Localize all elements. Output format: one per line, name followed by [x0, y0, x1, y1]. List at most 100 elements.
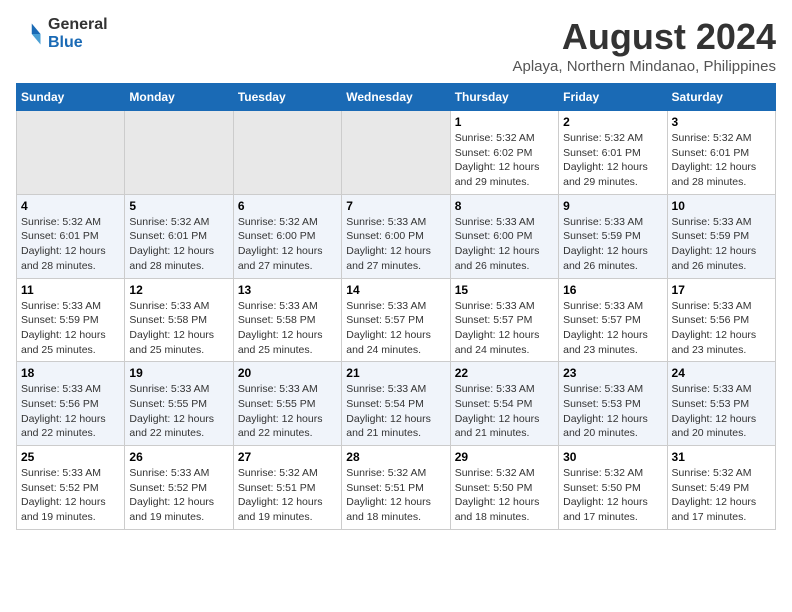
calendar-cell: 5 Sunrise: 5:32 AM Sunset: 6:01 PM Daylig…	[125, 194, 233, 278]
day-number: 15	[455, 283, 554, 297]
header-cell-saturday: Saturday	[667, 84, 775, 111]
calendar-cell: 2Sunrise: 5:32 AM Sunset: 6:01 PM Daylig…	[559, 111, 667, 195]
header-cell-tuesday: Tuesday	[233, 84, 341, 111]
calendar-week-1: 1Sunrise: 5:32 AM Sunset: 6:02 PM Daylig…	[17, 111, 776, 195]
page-title: August 2024	[513, 16, 777, 58]
day-info: Sunrise: 5:33 AM Sunset: 5:59 PM Dayligh…	[672, 215, 771, 274]
day-info: Sunrise: 5:32 AM Sunset: 5:51 PM Dayligh…	[238, 466, 337, 525]
calendar-body: 1Sunrise: 5:32 AM Sunset: 6:02 PM Daylig…	[17, 111, 776, 530]
day-number: 5	[129, 199, 228, 213]
day-number: 26	[129, 450, 228, 464]
calendar-cell: 16 Sunrise: 5:33 AM Sunset: 5:57 PM Dayli…	[559, 278, 667, 362]
day-info: Sunrise: 5:33 AM Sunset: 5:59 PM Dayligh…	[21, 299, 120, 358]
day-info: Sunrise: 5:33 AM Sunset: 5:55 PM Dayligh…	[238, 382, 337, 441]
day-number: 27	[238, 450, 337, 464]
calendar-cell: 8Sunrise: 5:33 AM Sunset: 6:00 PM Daylig…	[450, 194, 558, 278]
calendar-cell: 4 Sunrise: 5:32 AM Sunset: 6:01 PM Daylig…	[17, 194, 125, 278]
day-info: Sunrise: 5:33 AM Sunset: 5:53 PM Dayligh…	[672, 382, 771, 441]
page-subtitle: Aplaya, Northern Mindanao, Philippines	[513, 58, 777, 75]
day-number: 13	[238, 283, 337, 297]
day-number: 2	[563, 115, 662, 129]
day-info: Sunrise: 5:33 AM Sunset: 5:58 PM Dayligh…	[129, 299, 228, 358]
day-info: Sunrise: 5:33 AM Sunset: 6:00 PM Dayligh…	[346, 215, 445, 274]
day-number: 23	[563, 366, 662, 380]
calendar-cell: 1Sunrise: 5:32 AM Sunset: 6:02 PM Daylig…	[450, 111, 558, 195]
calendar-week-2: 4 Sunrise: 5:32 AM Sunset: 6:01 PM Daylig…	[17, 194, 776, 278]
day-number: 8	[455, 199, 554, 213]
calendar-cell: 11 Sunrise: 5:33 AM Sunset: 5:59 PM Dayli…	[17, 278, 125, 362]
day-info: Sunrise: 5:33 AM Sunset: 5:58 PM Dayligh…	[238, 299, 337, 358]
calendar-cell	[125, 111, 233, 195]
calendar-cell: 7 Sunrise: 5:33 AM Sunset: 6:00 PM Daylig…	[342, 194, 450, 278]
day-number: 11	[21, 283, 120, 297]
calendar-cell: 26 Sunrise: 5:33 AM Sunset: 5:52 PM Dayli…	[125, 446, 233, 530]
day-info: Sunrise: 5:32 AM Sunset: 5:50 PM Dayligh…	[455, 466, 554, 525]
day-info: Sunrise: 5:32 AM Sunset: 6:01 PM Dayligh…	[129, 215, 228, 274]
calendar-cell: 30Sunrise: 5:32 AM Sunset: 5:50 PM Dayli…	[559, 446, 667, 530]
day-number: 18	[21, 366, 120, 380]
header-cell-monday: Monday	[125, 84, 233, 111]
calendar-cell: 13 Sunrise: 5:33 AM Sunset: 5:58 PM Dayli…	[233, 278, 341, 362]
calendar-cell: 19Sunrise: 5:33 AM Sunset: 5:55 PM Dayli…	[125, 362, 233, 446]
day-info: Sunrise: 5:33 AM Sunset: 5:57 PM Dayligh…	[455, 299, 554, 358]
calendar-cell: 28Sunrise: 5:32 AM Sunset: 5:51 PM Dayli…	[342, 446, 450, 530]
header-cell-sunday: Sunday	[17, 84, 125, 111]
logo-text: General Blue	[48, 16, 108, 51]
calendar-cell: 9 Sunrise: 5:33 AM Sunset: 5:59 PM Daylig…	[559, 194, 667, 278]
day-number: 31	[672, 450, 771, 464]
day-number: 7	[346, 199, 445, 213]
day-info: Sunrise: 5:32 AM Sunset: 5:51 PM Dayligh…	[346, 466, 445, 525]
day-info: Sunrise: 5:32 AM Sunset: 6:01 PM Dayligh…	[21, 215, 120, 274]
day-number: 22	[455, 366, 554, 380]
day-info: Sunrise: 5:33 AM Sunset: 5:52 PM Dayligh…	[129, 466, 228, 525]
calendar-cell: 23Sunrise: 5:33 AM Sunset: 5:53 PM Dayli…	[559, 362, 667, 446]
day-number: 3	[672, 115, 771, 129]
calendar-cell: 15 Sunrise: 5:33 AM Sunset: 5:57 PM Dayli…	[450, 278, 558, 362]
calendar-cell: 14Sunrise: 5:33 AM Sunset: 5:57 PM Dayli…	[342, 278, 450, 362]
calendar-cell: 31 Sunrise: 5:32 AM Sunset: 5:49 PM Dayli…	[667, 446, 775, 530]
calendar-cell: 25Sunrise: 5:33 AM Sunset: 5:52 PM Dayli…	[17, 446, 125, 530]
day-number: 17	[672, 283, 771, 297]
day-number: 9	[563, 199, 662, 213]
day-info: Sunrise: 5:32 AM Sunset: 5:49 PM Dayligh…	[672, 466, 771, 525]
day-info: Sunrise: 5:33 AM Sunset: 5:56 PM Dayligh…	[672, 299, 771, 358]
calendar-cell: 27 Sunrise: 5:32 AM Sunset: 5:51 PM Dayli…	[233, 446, 341, 530]
day-number: 21	[346, 366, 445, 380]
day-info: Sunrise: 5:33 AM Sunset: 5:56 PM Dayligh…	[21, 382, 120, 441]
header-cell-wednesday: Wednesday	[342, 84, 450, 111]
day-info: Sunrise: 5:32 AM Sunset: 6:00 PM Dayligh…	[238, 215, 337, 274]
calendar-table: SundayMondayTuesdayWednesdayThursdayFrid…	[16, 83, 776, 530]
calendar-cell: 12 Sunrise: 5:33 AM Sunset: 5:58 PM Dayli…	[125, 278, 233, 362]
day-info: Sunrise: 5:33 AM Sunset: 5:52 PM Dayligh…	[21, 466, 120, 525]
day-number: 4	[21, 199, 120, 213]
header-cell-friday: Friday	[559, 84, 667, 111]
day-number: 24	[672, 366, 771, 380]
day-info: Sunrise: 5:33 AM Sunset: 5:57 PM Dayligh…	[563, 299, 662, 358]
day-number: 12	[129, 283, 228, 297]
calendar-cell	[342, 111, 450, 195]
day-info: Sunrise: 5:33 AM Sunset: 5:57 PM Dayligh…	[346, 299, 445, 358]
title-block: August 2024 Aplaya, Northern Mindanao, P…	[513, 16, 777, 75]
day-info: Sunrise: 5:33 AM Sunset: 5:54 PM Dayligh…	[346, 382, 445, 441]
day-number: 16	[563, 283, 662, 297]
calendar-cell: 3Sunrise: 5:32 AM Sunset: 6:01 PM Daylig…	[667, 111, 775, 195]
header-cell-thursday: Thursday	[450, 84, 558, 111]
calendar-cell: 6 Sunrise: 5:32 AM Sunset: 6:00 PM Daylig…	[233, 194, 341, 278]
logo-icon	[16, 20, 44, 48]
day-info: Sunrise: 5:33 AM Sunset: 5:59 PM Dayligh…	[563, 215, 662, 274]
page-header: General Blue August 2024 Aplaya, Norther…	[16, 16, 776, 75]
calendar-cell: 21 Sunrise: 5:33 AM Sunset: 5:54 PM Dayli…	[342, 362, 450, 446]
day-number: 6	[238, 199, 337, 213]
calendar-cell: 22 Sunrise: 5:33 AM Sunset: 5:54 PM Dayli…	[450, 362, 558, 446]
calendar-cell: 29 Sunrise: 5:32 AM Sunset: 5:50 PM Dayli…	[450, 446, 558, 530]
calendar-cell: 24 Sunrise: 5:33 AM Sunset: 5:53 PM Dayli…	[667, 362, 775, 446]
calendar-week-5: 25Sunrise: 5:33 AM Sunset: 5:52 PM Dayli…	[17, 446, 776, 530]
day-info: Sunrise: 5:32 AM Sunset: 5:50 PM Dayligh…	[563, 466, 662, 525]
calendar-cell	[17, 111, 125, 195]
day-number: 29	[455, 450, 554, 464]
day-info: Sunrise: 5:33 AM Sunset: 5:54 PM Dayligh…	[455, 382, 554, 441]
calendar-week-4: 18 Sunrise: 5:33 AM Sunset: 5:56 PM Dayli…	[17, 362, 776, 446]
calendar-week-3: 11 Sunrise: 5:33 AM Sunset: 5:59 PM Dayli…	[17, 278, 776, 362]
calendar-header: SundayMondayTuesdayWednesdayThursdayFrid…	[17, 84, 776, 111]
calendar-cell: 10Sunrise: 5:33 AM Sunset: 5:59 PM Dayli…	[667, 194, 775, 278]
